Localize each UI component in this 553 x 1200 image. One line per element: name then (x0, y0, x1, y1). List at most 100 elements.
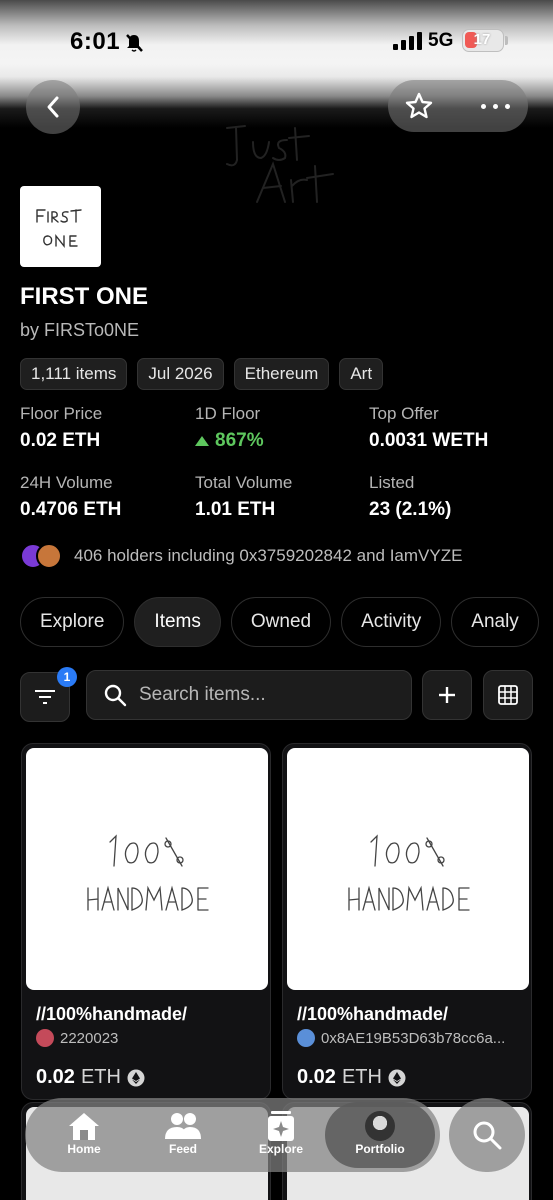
price-value: 0.02 (297, 1066, 336, 1088)
stat-1d-floor: 1D Floor 867% (195, 404, 264, 452)
cellular-signal-icon (393, 32, 422, 50)
stat-value: 0.0031 WETH (369, 430, 489, 451)
stat-24h-volume: 24H Volume 0.4706 ETH (20, 473, 121, 521)
collection-title: FIRST ONE (20, 283, 149, 310)
avatar-artwork (36, 209, 82, 248)
stat-label: Floor Price (20, 404, 103, 423)
item-price: 0.02 ETH (36, 1066, 145, 1089)
nav-feed[interactable]: Feed (143, 1110, 223, 1156)
stat-value: 23 (2.1%) (369, 499, 452, 520)
tab-owned[interactable]: Owned (230, 597, 332, 647)
owner-name: 2220023 (60, 1029, 119, 1047)
stat-floor-price: Floor Price 0.02 ETH (20, 404, 102, 452)
item-name: //100%handmade/ (297, 1004, 449, 1024)
stat-value: 1.01 ETH (195, 499, 276, 520)
holders-text: 406 holders including 0x3759202842 and I… (74, 546, 463, 565)
collection-chips: 1,111 items Jul 2026 Ethereum Art (20, 358, 384, 390)
filter-icon (35, 690, 55, 704)
stat-label: Top Offer (369, 404, 439, 423)
ethereum-icon (388, 1069, 406, 1086)
search-input[interactable] (139, 684, 389, 706)
handmade-artwork (348, 834, 470, 911)
owner-avatar (36, 1029, 54, 1047)
item-card[interactable]: //100%handmade/ 0x8AE19B53D63b78cc6a... … (282, 743, 532, 1100)
item-name: //100%handmade/ (36, 1004, 188, 1024)
status-time: 6:01 (70, 28, 121, 55)
price-currency: ETH (341, 1066, 382, 1088)
chip-chain[interactable]: Ethereum (233, 358, 330, 390)
tab-activity[interactable]: Activity (341, 597, 442, 647)
filter-button[interactable]: 1 (20, 667, 77, 722)
grid-view-button[interactable] (483, 670, 533, 720)
search-icon (473, 1121, 502, 1150)
ethereum-icon (127, 1069, 145, 1086)
stat-value-change: 867% (195, 430, 264, 452)
tab-explore[interactable]: Explore (20, 597, 125, 647)
stat-label: 1D Floor (195, 404, 261, 423)
items-toolbar: 1 (20, 667, 533, 722)
battery-level: 17 (473, 31, 491, 48)
search-box[interactable] (86, 670, 412, 720)
chip-date: Jul 2026 (137, 358, 224, 390)
battery-icon: 17 (462, 29, 504, 52)
chip-category[interactable]: Art (339, 358, 384, 390)
plus-icon (439, 687, 455, 703)
nav-label: Feed (168, 1142, 197, 1156)
filter-count-badge: 1 (57, 667, 77, 687)
stat-value: 0.4706 ETH (20, 499, 122, 520)
price-value: 0.02 (36, 1066, 75, 1088)
nav-label: Home (67, 1142, 101, 1156)
collection-creator[interactable]: by FIRSTo0NE (20, 320, 139, 341)
home-icon (69, 1113, 99, 1140)
back-button[interactable] (26, 80, 80, 134)
holders-row[interactable]: 406 holders including 0x3759202842 and I… (20, 543, 462, 569)
item-owner[interactable]: 0x8AE19B53D63b78cc6a... (297, 1029, 505, 1047)
stat-total-volume: Total Volume 1.01 ETH (195, 473, 292, 521)
item-price: 0.02 ETH (297, 1066, 406, 1089)
profile-avatar (365, 1111, 395, 1141)
status-bar: 6:01 5G 17 (0, 0, 553, 80)
chevron-left-icon (47, 96, 59, 118)
network-type: 5G (428, 30, 454, 51)
owner-avatar (297, 1029, 315, 1047)
explore-stack-icon (268, 1111, 294, 1141)
silent-bell-icon (126, 34, 143, 52)
header-actions (388, 80, 528, 132)
star-icon[interactable] (404, 91, 434, 121)
stat-top-offer: Top Offer 0.0031 WETH (369, 404, 488, 452)
item-card[interactable]: //100%handmade/ 2220023 0.02 ETH (21, 743, 271, 1100)
stat-label: 24H Volume (20, 473, 113, 492)
nav-label: Portfolio (355, 1142, 405, 1156)
stat-listed: Listed 23 (2.1%) (369, 473, 451, 521)
collection-tabs: Explore Items Owned Activity Analy (20, 597, 539, 647)
nav-home[interactable]: Home (44, 1110, 124, 1156)
tab-items[interactable]: Items (134, 597, 221, 647)
search-icon (104, 684, 127, 707)
stat-value: 0.02 ETH (20, 430, 101, 451)
price-currency: ETH (80, 1066, 121, 1088)
stat-label: Listed (369, 473, 415, 492)
triangle-up-icon (195, 436, 209, 446)
battery-cap (505, 36, 508, 45)
handmade-artwork (87, 834, 209, 911)
item-image (26, 748, 268, 990)
search-button[interactable] (449, 1098, 525, 1172)
stat-label: Total Volume (195, 473, 293, 492)
add-button[interactable] (422, 670, 472, 720)
item-image (287, 748, 529, 990)
people-icon (165, 1113, 201, 1139)
tab-analytics[interactable]: Analy (451, 597, 539, 647)
banner-artwork (226, 125, 334, 203)
nav-label: Explore (258, 1142, 303, 1156)
chip-items-count: 1,111 items (20, 358, 128, 390)
owner-name: 0x8AE19B53D63b78cc6a... (321, 1029, 506, 1047)
nav-explore[interactable]: Explore (241, 1110, 321, 1156)
grid-icon (498, 685, 518, 705)
more-options-icon[interactable] (481, 104, 510, 109)
item-owner[interactable]: 2220023 (36, 1029, 118, 1047)
stat-value: 867% (215, 430, 264, 451)
bottom-navigation: Home Feed Explore Portfolio (25, 1098, 440, 1172)
holder-avatar (36, 543, 62, 569)
collection-avatar (20, 186, 101, 267)
nav-portfolio[interactable]: Portfolio (325, 1102, 435, 1168)
